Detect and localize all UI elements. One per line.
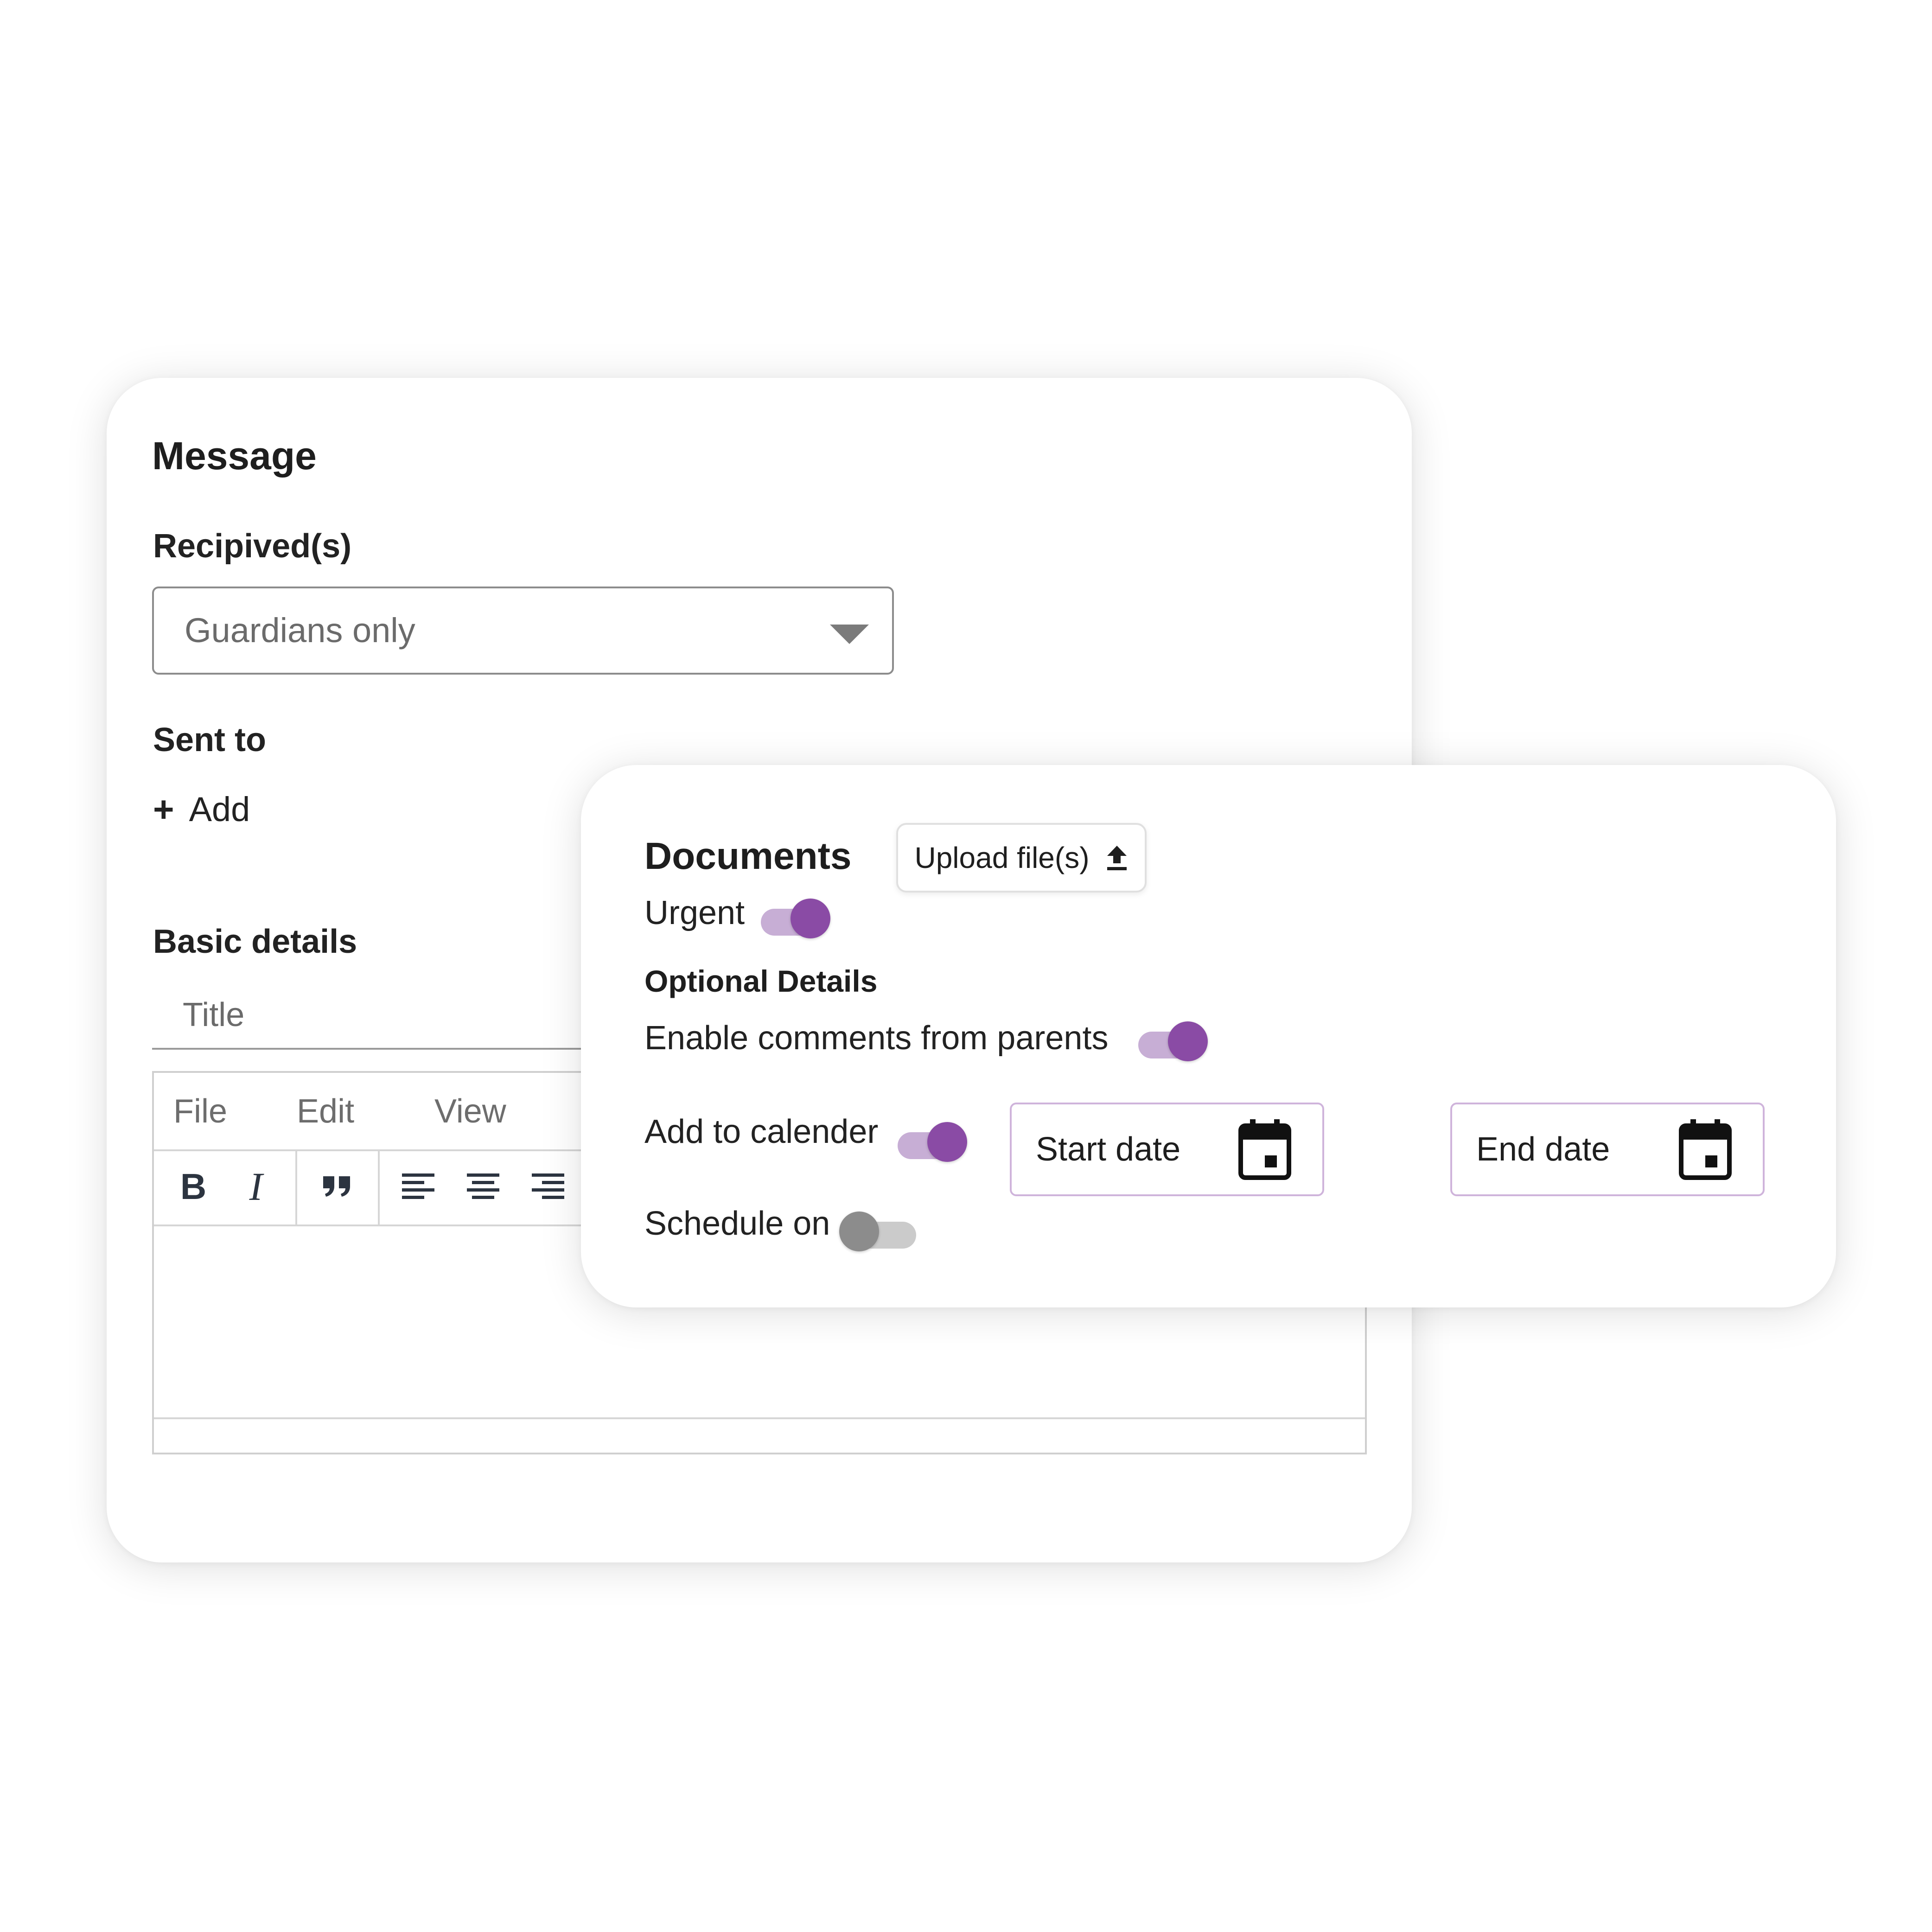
sent-to-label: Sent to bbox=[153, 721, 266, 759]
calendar-icon bbox=[1238, 1119, 1291, 1180]
menu-edit[interactable]: Edit bbox=[297, 1092, 354, 1130]
recipients-select[interactable]: Guardians only bbox=[152, 587, 894, 675]
title-input[interactable]: Title bbox=[152, 988, 616, 1050]
italic-button[interactable]: I bbox=[235, 1163, 277, 1210]
add-recipient-button[interactable]: + Add bbox=[153, 788, 250, 830]
toggle-knob bbox=[791, 899, 830, 938]
plus-icon: + bbox=[153, 789, 174, 829]
start-date-label: Start date bbox=[1036, 1131, 1181, 1168]
recipients-value: Guardians only bbox=[185, 611, 415, 650]
quote-button[interactable] bbox=[316, 1163, 358, 1210]
start-date-field[interactable]: Start date bbox=[1010, 1103, 1324, 1196]
urgent-toggle[interactable] bbox=[761, 895, 830, 941]
comments-toggle[interactable] bbox=[1138, 1018, 1208, 1064]
recipients-label: Recipived(s) bbox=[153, 528, 352, 565]
comments-label: Enable comments from parents bbox=[644, 1020, 1109, 1057]
toolbar-divider bbox=[378, 1149, 380, 1224]
calendar-icon bbox=[1679, 1119, 1732, 1180]
align-right-button[interactable] bbox=[527, 1163, 569, 1210]
bold-button[interactable]: B bbox=[172, 1163, 214, 1210]
optional-details-title: Optional Details bbox=[644, 964, 878, 998]
chevron-down-icon bbox=[830, 625, 869, 644]
align-left-button[interactable] bbox=[397, 1163, 439, 1210]
toolbar-divider bbox=[295, 1149, 297, 1224]
editor-statusbar bbox=[154, 1417, 1365, 1453]
end-date-field[interactable]: End date bbox=[1450, 1103, 1765, 1196]
add-label: Add bbox=[189, 790, 250, 829]
title-placeholder: Title bbox=[183, 996, 245, 1033]
urgent-label: Urgent bbox=[644, 894, 745, 931]
toggle-knob bbox=[1168, 1021, 1208, 1061]
toggle-knob bbox=[927, 1122, 967, 1162]
toggle-knob bbox=[839, 1211, 879, 1251]
message-title: Message bbox=[152, 434, 317, 478]
schedule-toggle[interactable] bbox=[839, 1208, 916, 1254]
basic-details-label: Basic details bbox=[153, 923, 357, 960]
end-date-label: End date bbox=[1476, 1131, 1610, 1168]
align-right-icon bbox=[532, 1173, 564, 1199]
menu-file[interactable]: File bbox=[173, 1092, 227, 1130]
upload-files-button[interactable]: Upload file(s) bbox=[896, 823, 1147, 893]
align-center-icon bbox=[467, 1173, 499, 1199]
documents-title: Documents bbox=[644, 835, 852, 877]
align-center-button[interactable] bbox=[462, 1163, 504, 1210]
calendar-toggle[interactable] bbox=[898, 1118, 967, 1165]
align-left-icon bbox=[402, 1173, 434, 1199]
menu-view[interactable]: View bbox=[434, 1092, 506, 1130]
upload-icon bbox=[1107, 846, 1127, 870]
schedule-label: Schedule on bbox=[644, 1205, 830, 1242]
upload-label: Upload file(s) bbox=[914, 841, 1090, 874]
documents-card: Documents Upload file(s) Urgent Optional… bbox=[581, 765, 1836, 1307]
quote-icon bbox=[323, 1176, 350, 1197]
calendar-label: Add to calender bbox=[644, 1113, 879, 1150]
